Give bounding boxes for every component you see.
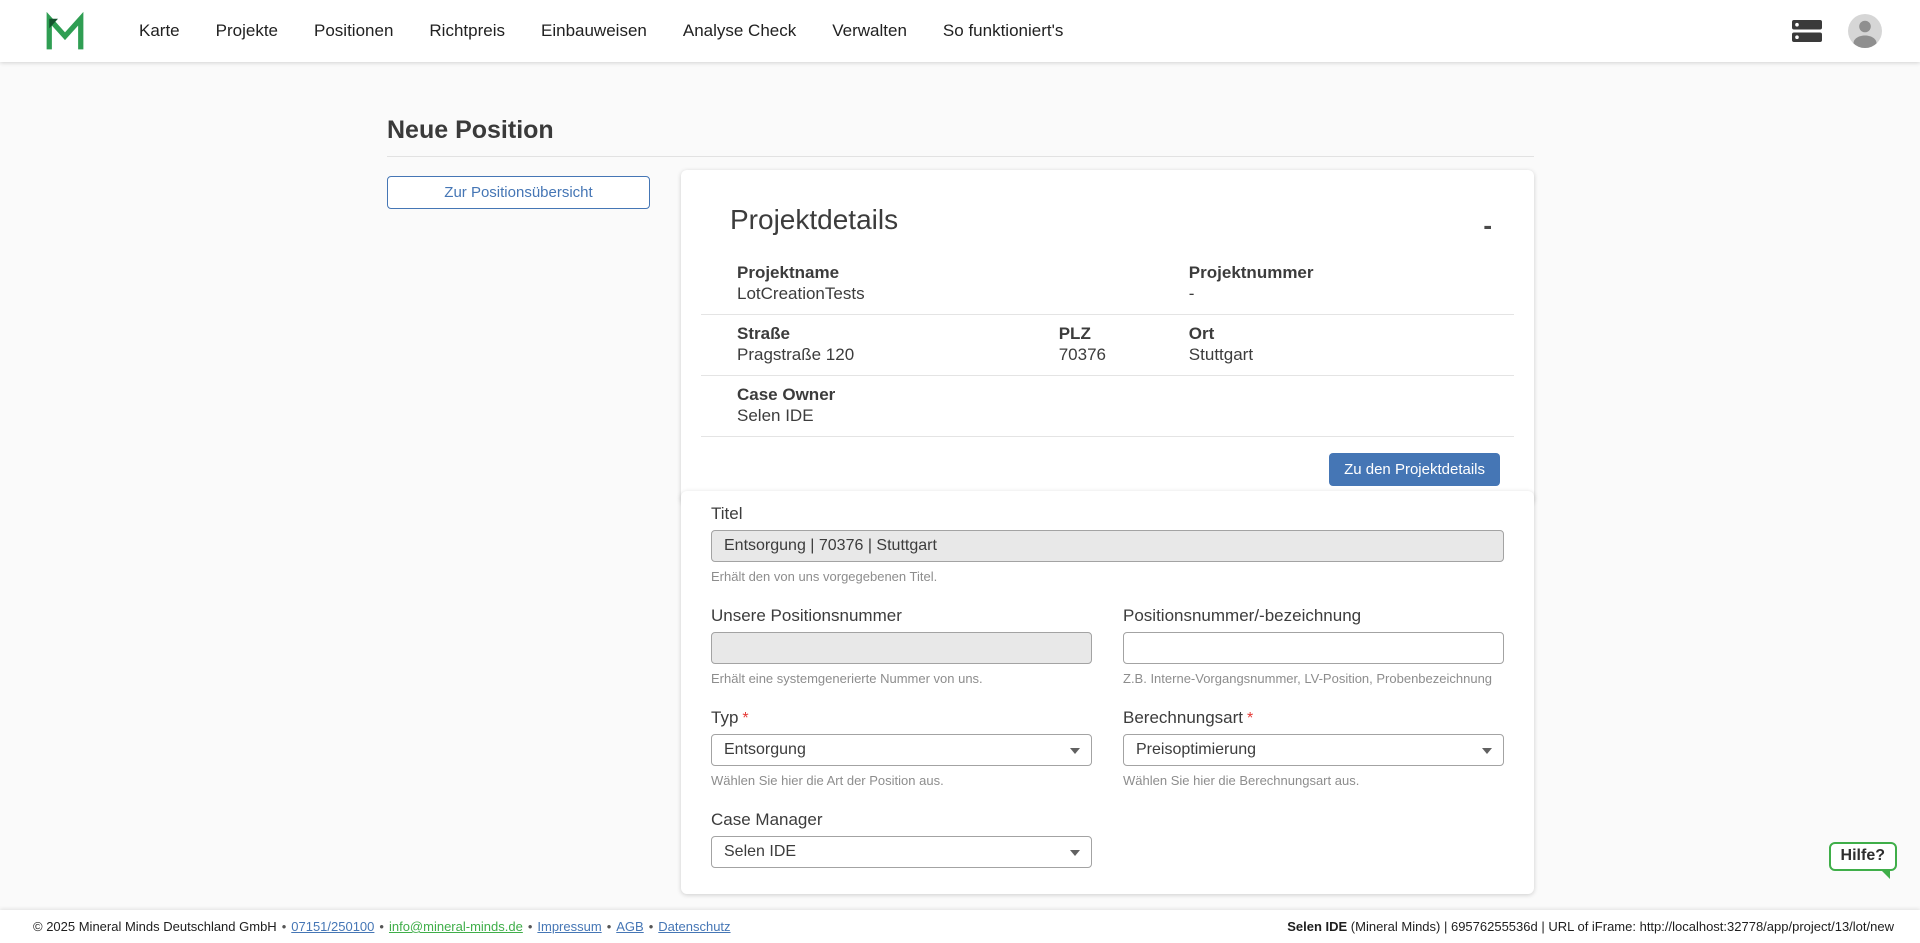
berechnungsart-select[interactable]: Preisoptimierung [1123, 734, 1504, 766]
datenschutz-link[interactable]: Datenschutz [658, 919, 730, 934]
copyright-text: © 2025 Mineral Minds Deutschland GmbH [33, 919, 277, 934]
berechnungsart-label: Berechnungsart* [1123, 708, 1504, 728]
projektname-label: Projektname [737, 262, 1189, 283]
separator: • [649, 919, 654, 934]
back-to-positions-button[interactable]: Zur Positionsübersicht [387, 176, 650, 209]
separator: • [607, 919, 612, 934]
table-row: Projektname LotCreationTests Projektnumm… [701, 254, 1514, 314]
positionsbezeichnung-helper: Z.B. Interne-Vorgangsnummer, LV-Position… [1123, 671, 1504, 686]
separator: • [528, 919, 533, 934]
agb-link[interactable]: AGB [616, 919, 643, 934]
plz-label: PLZ [1059, 323, 1189, 344]
projektname-value: LotCreationTests [737, 283, 1189, 304]
case-owner-label: Case Owner [737, 384, 1514, 405]
account-avatar-icon[interactable] [1848, 14, 1882, 48]
required-asterisk: * [1247, 710, 1253, 727]
session-user: Selen IDE [1287, 919, 1347, 934]
strasse-value: Pragstraße 120 [737, 344, 1059, 365]
chevron-down-icon [1070, 850, 1080, 856]
chevron-down-icon [1070, 748, 1080, 754]
case-manager-label: Case Manager [711, 810, 1092, 830]
ort-value: Stuttgart [1189, 344, 1514, 365]
separator: • [282, 919, 287, 934]
page-title: Neue Position [387, 116, 554, 145]
email-link[interactable]: info@mineral-minds.de [389, 919, 523, 934]
nav-item-einbauweisen[interactable]: Einbauweisen [541, 21, 647, 41]
mineral-minds-logo[interactable] [44, 10, 86, 52]
unsere-positionsnummer-label: Unsere Positionsnummer [711, 606, 1092, 626]
projektnummer-label: Projektnummer [1189, 262, 1514, 283]
server-icon[interactable] [1792, 20, 1822, 42]
required-asterisk: * [742, 710, 748, 727]
unsere-positionsnummer-input[interactable] [711, 632, 1092, 664]
chevron-down-icon [1482, 748, 1492, 754]
go-to-project-details-button[interactable]: Zu den Projektdetails [1329, 453, 1500, 486]
strasse-label: Straße [737, 323, 1059, 344]
berechnungsart-field: Berechnungsart* Preisoptimierung Wählen … [1123, 708, 1504, 788]
titel-helper: Erhält den von uns vorgegebenen Titel. [711, 569, 1504, 584]
nav-item-richtpreis[interactable]: Richtpreis [429, 21, 505, 41]
unsere-positionsnummer-field: Unsere Positionsnummer Erhält eine syste… [711, 606, 1092, 686]
positionsbezeichnung-label: Positionsnummer/-bezeichnung [1123, 606, 1504, 626]
header-right-controls [1792, 0, 1882, 62]
positionsbezeichnung-input[interactable] [1123, 632, 1504, 664]
project-fields-table: Projektname LotCreationTests Projektnumm… [701, 254, 1514, 437]
titel-label: Titel [711, 504, 1504, 524]
table-row: Straße Pragstraße 120 PLZ 70376 Ort Stut… [701, 314, 1514, 375]
top-nav-bar: Karte Projekte Positionen Richtpreis Ein… [0, 0, 1920, 62]
typ-field: Typ* Entsorgung Wählen Sie hier die Art … [711, 708, 1092, 788]
case-manager-select[interactable]: Selen IDE [711, 836, 1092, 868]
nav-item-analyse-check[interactable]: Analyse Check [683, 21, 796, 41]
positionsbezeichnung-field: Positionsnummer/-bezeichnung Z.B. Intern… [1123, 606, 1504, 686]
minus-icon[interactable]: - [1483, 212, 1492, 238]
separator: • [379, 919, 384, 934]
nav-item-positionen[interactable]: Positionen [314, 21, 393, 41]
case-manager-field: Case Manager Selen IDE [711, 810, 1092, 868]
typ-label: Typ* [711, 708, 1092, 728]
project-card-title: Projektdetails [730, 204, 1534, 236]
help-button[interactable]: Hilfe? [1829, 842, 1897, 871]
case-manager-select-value: Selen IDE [724, 843, 796, 861]
footer-links: © 2025 Mineral Minds Deutschland GmbH • … [33, 919, 731, 934]
titel-field: Titel Erhält den von uns vorgegebenen Ti… [711, 504, 1504, 584]
typ-helper: Wählen Sie hier die Art der Position aus… [711, 773, 1092, 788]
typ-select-value: Entsorgung [724, 741, 806, 759]
position-form-card: Titel Erhält den von uns vorgegebenen Ti… [681, 491, 1534, 894]
typ-select[interactable]: Entsorgung [711, 734, 1092, 766]
impressum-link[interactable]: Impressum [537, 919, 601, 934]
nav-item-verwalten[interactable]: Verwalten [832, 21, 907, 41]
berechnungsart-helper: Wählen Sie hier die Berechnungsart aus. [1123, 773, 1504, 788]
titel-input[interactable] [711, 530, 1504, 562]
session-detail: (Mineral Minds) | 69576255536d | URL of … [1351, 919, 1894, 934]
ort-label: Ort [1189, 323, 1514, 344]
table-row: Case Owner Selen IDE [701, 375, 1514, 437]
berechnungsart-select-value: Preisoptimierung [1136, 741, 1256, 759]
nav-item-projekte[interactable]: Projekte [216, 21, 278, 41]
nav-item-so-funktionierts[interactable]: So funktioniert's [943, 21, 1063, 41]
title-divider [387, 156, 1534, 157]
unsere-positionsnummer-helper: Erhält eine systemgenerierte Nummer von … [711, 671, 1092, 686]
plz-value: 70376 [1059, 344, 1189, 365]
session-info: Selen IDE (Mineral Minds) | 69576255536d… [1287, 919, 1894, 934]
main-nav: Karte Projekte Positionen Richtpreis Ein… [139, 0, 1063, 62]
nav-item-karte[interactable]: Karte [139, 21, 180, 41]
case-owner-value: Selen IDE [737, 405, 1514, 426]
phone-link[interactable]: 07151/250100 [291, 919, 374, 934]
footer-bar: © 2025 Mineral Minds Deutschland GmbH • … [0, 910, 1920, 943]
projektnummer-value: - [1189, 283, 1514, 304]
project-details-card: Projektdetails - Projektname LotCreation… [681, 170, 1534, 504]
